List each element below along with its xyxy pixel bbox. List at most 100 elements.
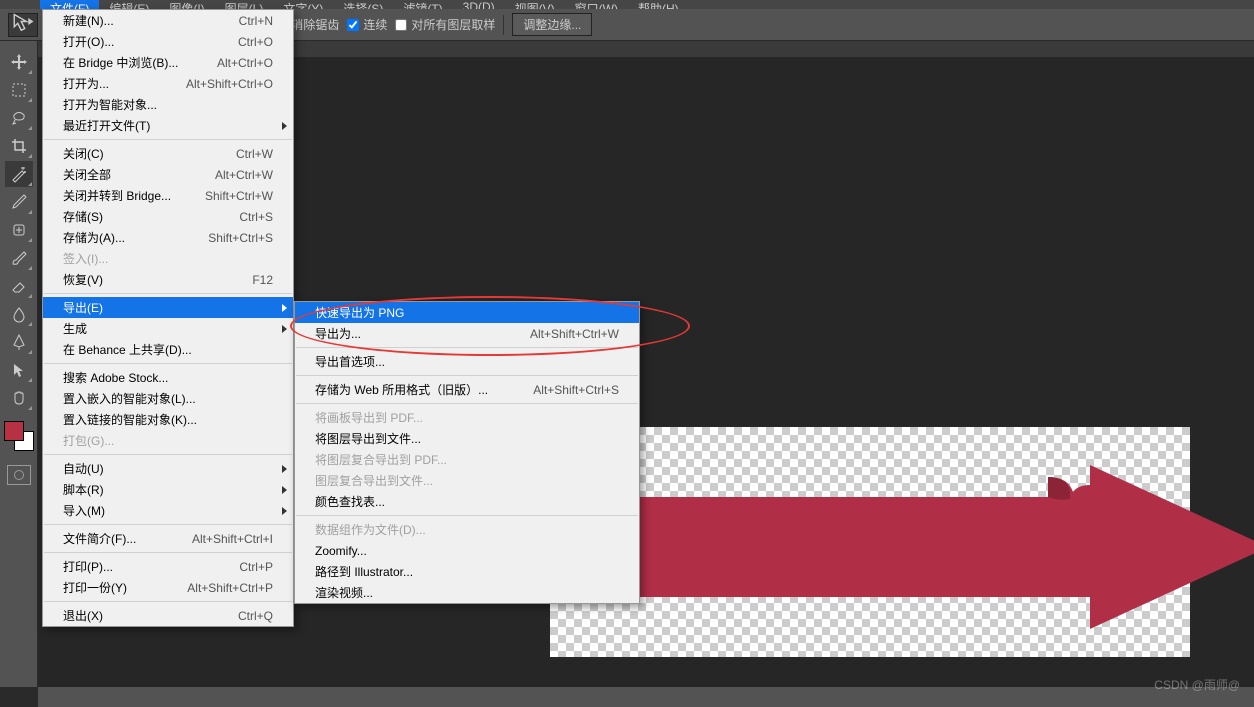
menu-item-label: 最近打开文件(T): [63, 117, 150, 134]
blur-tool[interactable]: [5, 301, 33, 327]
brush-tool[interactable]: [5, 245, 33, 271]
menu-item[interactable]: 存储为 Web 所用格式（旧版）... Alt+Shift+Ctrl+S: [295, 379, 639, 400]
menu-item[interactable]: 渲染视频...: [295, 582, 639, 603]
menu-separator: [44, 601, 292, 602]
menu-item[interactable]: 打印(P)... Ctrl+P: [43, 556, 293, 577]
menu-item[interactable]: 在 Behance 上共享(D)...: [43, 339, 293, 360]
menu-help[interactable]: 帮助(H): [628, 0, 689, 9]
menu-file[interactable]: 文件(F): [40, 0, 99, 9]
menu-item[interactable]: 将图层导出到文件...: [295, 428, 639, 449]
menu-item[interactable]: 导出为...Alt+Shift+Ctrl+W: [295, 323, 639, 344]
menu-item-label: 存储(S): [63, 208, 103, 225]
menu-type[interactable]: 文字(Y): [273, 0, 333, 9]
menu-item[interactable]: 搜索 Adobe Stock...: [43, 367, 293, 388]
magic-wand-tool[interactable]: [5, 161, 33, 187]
pen-tool[interactable]: [5, 329, 33, 355]
menu-item-shortcut: Ctrl+P: [239, 560, 273, 574]
menu-item[interactable]: 颜色查找表...: [295, 491, 639, 512]
menu-item[interactable]: 关闭(C)Ctrl+W: [43, 143, 293, 164]
menu-item[interactable]: Zoomify...: [295, 540, 639, 561]
menu-item-label: 在 Behance 上共享(D)...: [63, 341, 192, 358]
all-layers-checkbox[interactable]: 对所有图层取样: [395, 16, 495, 33]
menu-item[interactable]: 最近打开文件(T): [43, 115, 293, 136]
menu-item[interactable]: 自动(U): [43, 458, 293, 479]
menu-item[interactable]: 置入链接的智能对象(K)...: [43, 409, 293, 430]
eyedropper-tool[interactable]: [5, 189, 33, 215]
menu-item[interactable]: 导出首选项...: [295, 351, 639, 372]
menu-item[interactable]: 打开为...Alt+Shift+Ctrl+O: [43, 73, 293, 94]
menu-edit[interactable]: 编辑(E): [99, 0, 159, 9]
menu-item-shortcut: Alt+Ctrl+O: [217, 56, 273, 70]
divider: [503, 15, 504, 35]
color-swatch[interactable]: [4, 421, 34, 451]
menu-view[interactable]: 视图(V): [505, 0, 565, 9]
lasso-tool[interactable]: [5, 105, 33, 131]
menu-separator: [296, 347, 638, 348]
menu-image[interactable]: 图像(I): [159, 0, 214, 9]
menu-item[interactable]: 存储(S) Ctrl+S: [43, 206, 293, 227]
menu-item[interactable]: 生成: [43, 318, 293, 339]
menu-item-label: 关闭(C): [63, 145, 104, 162]
menu-item[interactable]: 导出(E): [43, 297, 293, 318]
menu-item-shortcut: Shift+Ctrl+S: [208, 231, 273, 245]
quick-mask-mode[interactable]: [7, 465, 31, 485]
menu-3d[interactable]: 3D(D): [453, 0, 505, 9]
menu-item-shortcut: Alt+Shift+Ctrl+I: [192, 532, 273, 546]
menu-item-shortcut: Alt+Shift+Ctrl+S: [533, 383, 619, 397]
move-tool[interactable]: [5, 49, 33, 75]
menu-item-label: 自动(U): [63, 460, 104, 477]
menu-item[interactable]: 退出(X) Ctrl+Q: [43, 605, 293, 626]
healing-brush-tool[interactable]: [5, 217, 33, 243]
menu-item[interactable]: 关闭全部 Alt+Ctrl+W: [43, 164, 293, 185]
path-selection-tool[interactable]: [5, 357, 33, 383]
marquee-tool[interactable]: [5, 77, 33, 103]
refine-edge-button[interactable]: 调整边缘...: [512, 13, 592, 36]
menu-item-label: Zoomify...: [315, 544, 367, 558]
tool-preset-picker[interactable]: [8, 13, 38, 37]
menu-item[interactable]: 置入嵌入的智能对象(L)...: [43, 388, 293, 409]
menu-item[interactable]: 关闭并转到 Bridge...Shift+Ctrl+W: [43, 185, 293, 206]
menu-item[interactable]: 新建(N)...Ctrl+N: [43, 10, 293, 31]
menu-item-label: 存储为 Web 所用格式（旧版）...: [315, 381, 488, 398]
menu-item[interactable]: 快速导出为 PNG: [295, 302, 639, 323]
hand-tool[interactable]: [5, 385, 33, 411]
menu-item-shortcut: F12: [252, 273, 273, 287]
menu-item-label: 快速导出为 PNG: [315, 304, 404, 321]
contiguous-checkbox[interactable]: 连续: [347, 16, 387, 33]
menu-item-label: 将图层导出到文件...: [315, 430, 421, 447]
menu-item[interactable]: 导入(M): [43, 500, 293, 521]
menu-separator: [296, 515, 638, 516]
menu-item[interactable]: 打印一份(Y)Alt+Shift+Ctrl+P: [43, 577, 293, 598]
menu-item-label: 退出(X): [63, 607, 103, 624]
menu-item-label: 数据组作为文件(D)...: [315, 521, 426, 538]
menu-item[interactable]: 打开为智能对象...: [43, 94, 293, 115]
eraser-tool[interactable]: [5, 273, 33, 299]
menu-item-label: 新建(N)...: [63, 12, 114, 29]
menu-item[interactable]: 存储为(A)...Shift+Ctrl+S: [43, 227, 293, 248]
menu-item-label: 关闭全部: [63, 166, 111, 183]
menu-item-label: 打印(P)...: [63, 558, 113, 575]
menu-filter[interactable]: 滤镜(T): [393, 0, 452, 9]
menu-item[interactable]: 在 Bridge 中浏览(B)...Alt+Ctrl+O: [43, 52, 293, 73]
menu-select[interactable]: 选择(S): [333, 0, 393, 9]
menu-item-shortcut: Alt+Ctrl+W: [215, 168, 273, 182]
menu-item[interactable]: 恢复(V)F12: [43, 269, 293, 290]
menu-item[interactable]: 路径到 Illustrator...: [295, 561, 639, 582]
menu-item-shortcut: Ctrl+Q: [238, 609, 273, 623]
menu-window[interactable]: 窗口(W): [565, 0, 628, 9]
menu-item-shortcut: Ctrl+O: [238, 35, 273, 49]
menu-layer[interactable]: 图层(L): [215, 0, 274, 9]
submenu-arrow-icon: [282, 486, 287, 494]
submenu-arrow-icon: [282, 507, 287, 515]
toolbox: [0, 41, 38, 687]
menu-item-label: 打开为智能对象...: [63, 96, 157, 113]
foreground-color[interactable]: [4, 421, 24, 441]
menu-item[interactable]: 文件简介(F)...Alt+Shift+Ctrl+I: [43, 528, 293, 549]
menu-item: 签入(I)...: [43, 248, 293, 269]
menu-item-shortcut: Ctrl+S: [239, 210, 273, 224]
submenu-arrow-icon: [282, 325, 287, 333]
crop-tool[interactable]: [5, 133, 33, 159]
menu-item[interactable]: 脚本(R): [43, 479, 293, 500]
menu-item[interactable]: 打开(O)...Ctrl+O: [43, 31, 293, 52]
watermark: CSDN @雨师@: [1154, 676, 1240, 693]
